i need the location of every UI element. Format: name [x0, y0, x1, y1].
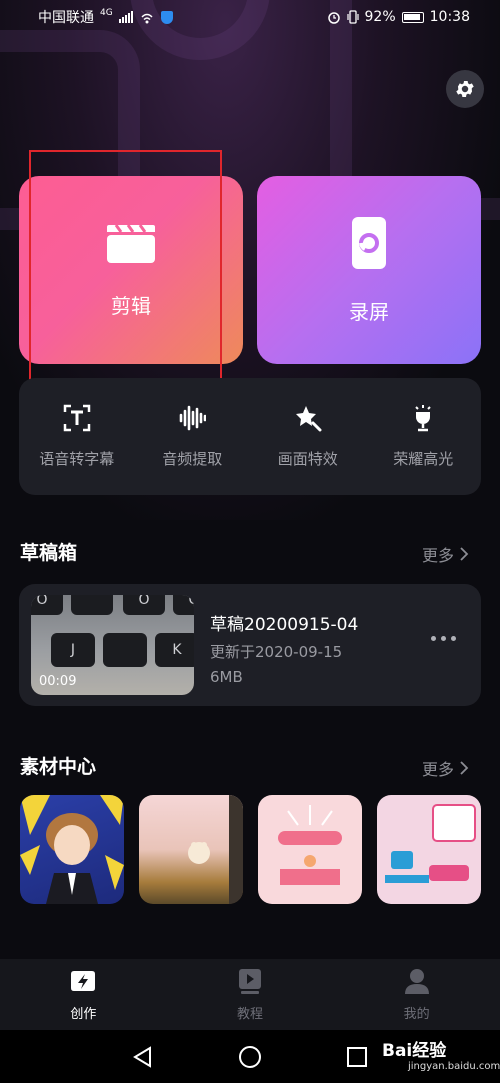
- tool-label: 音频提取: [162, 450, 223, 468]
- status-bar: 中国联通 4G 92% 10:38: [0, 0, 500, 34]
- materials-more-link[interactable]: 更多: [422, 756, 469, 780]
- baidu-watermark-domain: jingyan.baidu.com: [408, 1061, 500, 1072]
- tab-tutorial[interactable]: 教程: [190, 967, 310, 1022]
- tool-label: 画面特效: [277, 450, 338, 468]
- materials-title: 素材中心: [20, 756, 97, 778]
- drafts-more-link[interactable]: 更多: [422, 542, 469, 566]
- anime-character-image: [20, 795, 124, 904]
- trophy-icon: [415, 405, 431, 432]
- play-book-icon: [238, 969, 261, 994]
- tab-create[interactable]: 创作: [23, 967, 143, 1022]
- draft-updated: 更新于2020-09-15: [210, 643, 343, 661]
- bottom-tab-bar: 创作 教程 我的: [0, 959, 500, 1030]
- tools-panel: 语音转字幕 音频提取 画面特效 荣耀高光: [19, 378, 481, 495]
- material-item-thanks[interactable]: [377, 795, 481, 904]
- dot-icon: [451, 636, 456, 641]
- text-recognition-icon: [63, 404, 90, 432]
- material-item-anime[interactable]: [20, 795, 124, 904]
- settings-button[interactable]: [446, 70, 484, 108]
- vibrate-icon: [346, 10, 359, 24]
- home-circle-icon[interactable]: [238, 1045, 262, 1069]
- lightning-icon: [71, 971, 96, 991]
- tab-label: 我的: [403, 1007, 430, 1022]
- draft-size: 6MB: [210, 668, 243, 686]
- clock: 10:38: [429, 9, 470, 25]
- signal-icon: [118, 11, 133, 23]
- draft-duration: 00:09: [39, 674, 77, 689]
- tool-honor-highlights[interactable]: 荣耀高光: [368, 404, 478, 469]
- draft-item[interactable]: O O O J K 00:09 草稿20200915-04 更新于2020-09…: [19, 584, 481, 706]
- tool-speech-to-subtitle[interactable]: 语音转字幕: [22, 404, 132, 469]
- recent-apps-square-icon[interactable]: [346, 1046, 368, 1068]
- tab-label: 教程: [236, 1007, 263, 1022]
- tool-visual-effects[interactable]: 画面特效: [253, 404, 363, 469]
- drafts-title: 草稿箱: [20, 542, 78, 564]
- dot-icon: [431, 636, 436, 641]
- material-item-daily-life[interactable]: [258, 795, 362, 904]
- network-label: 4G: [100, 8, 113, 18]
- tool-label: 语音转字幕: [39, 450, 115, 468]
- scenery-cat-image: [188, 795, 243, 904]
- battery-percent: 92%: [364, 9, 396, 25]
- carrier-label: 中国联通: [38, 10, 94, 26]
- gear-icon: [456, 81, 474, 97]
- audio-wave-icon: [179, 405, 207, 431]
- magic-star-icon: [295, 406, 322, 432]
- tab-label: 创作: [70, 1007, 97, 1022]
- record-card-label: 录屏: [349, 299, 389, 324]
- tool-audio-extract[interactable]: 音频提取: [137, 404, 247, 469]
- more-label: 更多: [422, 546, 455, 565]
- annotation-highlight-box: [29, 150, 222, 390]
- security-shield-icon: [160, 10, 173, 24]
- wifi-icon: [141, 13, 153, 24]
- more-label: 更多: [422, 760, 455, 779]
- materials-list: [20, 795, 481, 904]
- chevron-right-icon: [460, 547, 469, 561]
- tool-label: 荣耀高光: [393, 450, 454, 468]
- material-item-scenery[interactable]: [139, 795, 243, 904]
- baidu-watermark: Bai经验: [382, 1041, 447, 1061]
- chevron-right-icon: [460, 761, 469, 775]
- draft-name: 草稿20200915-04: [210, 615, 359, 635]
- screen-record-card-button[interactable]: 录屏: [257, 176, 481, 364]
- dot-icon: [441, 636, 446, 641]
- battery-icon: [401, 11, 424, 23]
- user-icon: [404, 969, 429, 994]
- daily-life-card-image: [278, 805, 342, 885]
- thanks-for-watching-image: [385, 804, 476, 883]
- alarm-icon: [327, 12, 340, 24]
- tab-profile[interactable]: 我的: [357, 967, 477, 1022]
- draft-thumbnail: O O O J K 00:09: [31, 595, 194, 695]
- draft-more-options-button[interactable]: [431, 636, 456, 641]
- back-triangle-icon[interactable]: [132, 1045, 154, 1068]
- phone-record-icon: [352, 216, 386, 269]
